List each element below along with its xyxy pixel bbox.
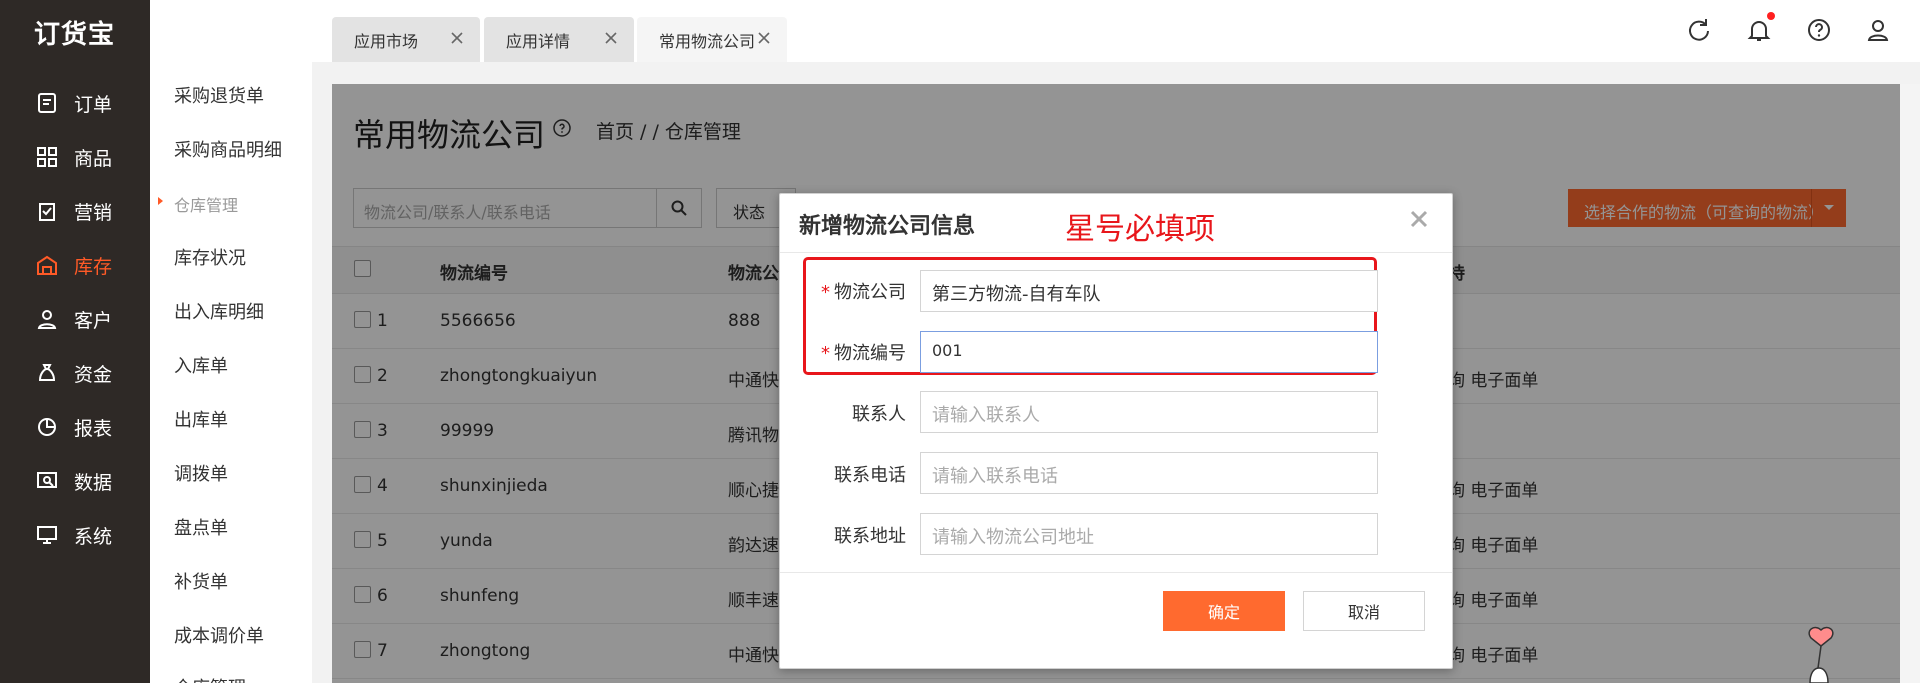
cancel-button[interactable]: 取消 [1303, 591, 1425, 631]
required-star: * [821, 282, 830, 303]
placeholder: 请输入物流公司地址 [932, 527, 1094, 548]
contact-person-input[interactable]: 请输入联系人 [920, 391, 1378, 433]
sidebar-item-label: 系统 [74, 525, 113, 548]
submenu-item[interactable]: 成本调价单 [174, 622, 264, 648]
submenu-item[interactable]: 补货单 [174, 568, 228, 594]
close-icon[interactable] [755, 29, 773, 47]
required-annotation: 星号必填项 [1065, 212, 1215, 247]
dialog-title: 新增物流公司信息 [799, 214, 976, 239]
field-label-company: * 物流公司 [796, 278, 906, 304]
placeholder: 请输入联系电话 [932, 466, 1058, 487]
scrollbar[interactable] [1900, 84, 1920, 683]
sidebar-item-order[interactable]: 订单 [0, 76, 150, 130]
contact-phone-input[interactable]: 请输入联系电话 [920, 452, 1378, 494]
submenu-item[interactable]: 入库单 [174, 352, 228, 378]
field-label-address: 联系地址 [834, 526, 906, 547]
close-icon[interactable] [1405, 205, 1433, 233]
field-label-text: 物流编号 [834, 343, 906, 364]
sidebar-item-label: 营销 [74, 201, 113, 224]
submenu-group-label[interactable]: 仓库管理 [174, 192, 238, 216]
sidebar-item-marketing[interactable]: 营销 [0, 184, 150, 238]
sidebar-item-system[interactable]: 系统 [0, 508, 150, 562]
confirm-button[interactable]: 确定 [1163, 591, 1285, 631]
sidebar-item-goods[interactable]: 商品 [0, 130, 150, 184]
close-icon[interactable] [448, 29, 466, 47]
help-icon[interactable] [1805, 16, 1833, 44]
tab-app-detail[interactable]: 应用详情 [484, 17, 634, 62]
data-analysis-icon [34, 468, 60, 494]
sidebar-item-reports[interactable]: 报表 [0, 400, 150, 454]
tab-logistics[interactable]: 常用物流公司 [637, 17, 787, 62]
customer-icon [34, 306, 60, 332]
field-label-text: 物流公司 [834, 282, 906, 303]
submenu-item[interactable]: 调拨单 [174, 460, 228, 486]
sidebar-item-label: 资金 [74, 363, 113, 386]
sidebar-item-label: 订单 [74, 93, 113, 116]
money-bag-icon [34, 360, 60, 386]
user-icon[interactable] [1864, 16, 1892, 44]
submenu-item[interactable]: 库存状况 [174, 244, 246, 270]
pie-chart-icon [34, 414, 60, 440]
submenu-item[interactable]: 仓库管理 [174, 674, 246, 683]
sidebar-item-warehouse[interactable]: 库存 [0, 238, 150, 292]
refresh-icon[interactable] [1685, 16, 1713, 44]
warehouse-icon [34, 252, 60, 278]
field-label-contact: 联系人 [852, 404, 906, 425]
close-icon[interactable] [602, 29, 620, 47]
tab-label: 应用市场 [354, 31, 419, 51]
bell-icon[interactable] [1745, 16, 1773, 44]
notification-dot [1767, 12, 1775, 20]
sidebar-item-label: 库存 [74, 255, 113, 278]
warehouse-submenu: 采购退货单 采购商品明细 仓库管理 库存状况 出入库明细 入库单 出库单 调拨单… [150, 62, 312, 683]
submenu-item[interactable]: 出库单 [174, 406, 228, 432]
divider [780, 252, 1452, 253]
sidebar-item-label: 报表 [74, 417, 113, 440]
sidebar-item-customer[interactable]: 客户 [0, 292, 150, 346]
required-star: * [821, 343, 830, 364]
divider [780, 572, 1452, 573]
field-label-code: * 物流编号 [796, 339, 906, 365]
tab-app-market[interactable]: 应用市场 [332, 17, 480, 62]
main-sidebar: 订货宝 订单 商品 营销 库存 客户 资金 报表 数据 系统 [0, 0, 150, 683]
logistics-code-input[interactable]: 001 [920, 331, 1378, 373]
tab-label: 应用详情 [506, 31, 571, 51]
sidebar-item-funds[interactable]: 资金 [0, 346, 150, 400]
address-input[interactable]: 请输入物流公司地址 [920, 513, 1378, 555]
submenu-item[interactable]: 采购商品明细 [174, 136, 282, 162]
marketing-icon [34, 198, 60, 224]
sidebar-item-label: 客户 [74, 309, 113, 332]
sidebar-item-label: 数据 [74, 471, 113, 494]
submenu-item[interactable]: 盘点单 [174, 514, 228, 540]
order-icon [34, 90, 60, 116]
goods-icon [34, 144, 60, 170]
sidebar-item-label: 商品 [74, 147, 113, 170]
monitor-icon [34, 522, 60, 548]
field-label-phone: 联系电话 [834, 465, 906, 486]
sidebar-item-data[interactable]: 数据 [0, 454, 150, 508]
caret-right-icon [158, 197, 163, 205]
mascot-balloon-icon[interactable] [1796, 626, 1846, 683]
logistics-company-input[interactable]: 第三方物流-自有车队 [920, 270, 1378, 312]
app-logo[interactable]: 订货宝 [34, 14, 115, 51]
submenu-item[interactable]: 采购退货单 [174, 82, 264, 108]
submenu-item[interactable]: 出入库明细 [174, 298, 264, 324]
placeholder: 请输入联系人 [932, 405, 1040, 426]
tab-label: 常用物流公司 [659, 31, 756, 51]
